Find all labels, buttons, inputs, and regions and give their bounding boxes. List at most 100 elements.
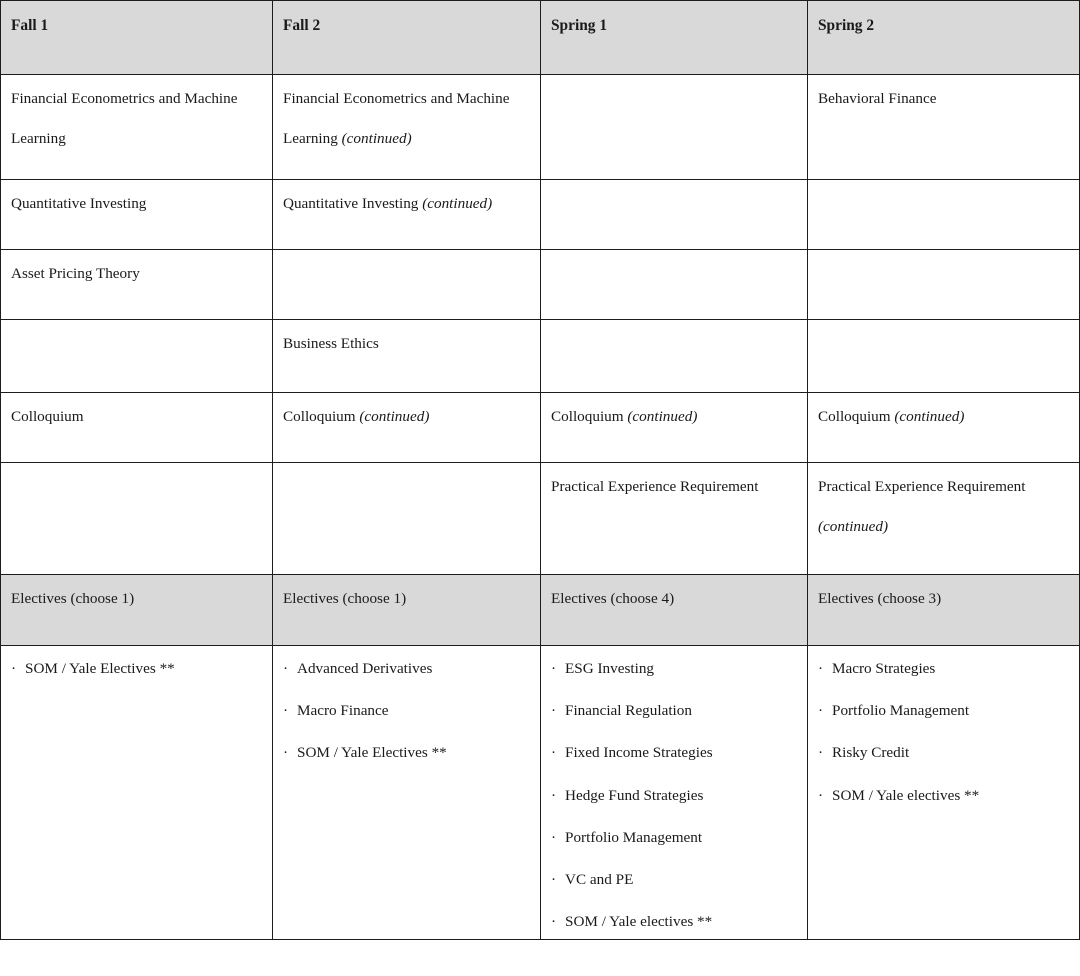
bullet-icon: · xyxy=(551,660,557,677)
empty-cell xyxy=(551,266,797,281)
course-line: Quantitative Investing xyxy=(11,196,262,211)
cell-colloquium-spring-1: Colloquium (continued) xyxy=(540,392,808,463)
table-row: Practical Experience Requirement Practica… xyxy=(0,462,1080,575)
course-line: Behavioral Finance xyxy=(818,91,1069,106)
list-item: · Fixed Income Strategies xyxy=(551,745,797,760)
empty-cell xyxy=(551,91,797,106)
course-name: Asset Pricing Theory xyxy=(11,265,140,282)
continued-note: (continued) xyxy=(818,518,889,536)
bullet-icon: · xyxy=(283,744,289,762)
cell-financial-econometrics-fall-1: Financial Econometrics and Machine Learni… xyxy=(0,74,273,180)
course-line: Quantitative Investing (continued) xyxy=(283,196,530,211)
bullet-icon: · xyxy=(551,828,557,846)
course-line: Asset Pricing Theory xyxy=(11,266,262,281)
elective-list: · Advanced Derivatives · Macro Finance · SOM … xyxy=(283,661,530,761)
table-header: Fall 1 Fall 2 Spring 1 Spring 2 xyxy=(0,0,1080,75)
electives-header-fall-2: Electives (choose 1) xyxy=(272,574,541,646)
course-line: Practical Experience Requirement xyxy=(551,479,797,494)
electives-header-row: Electives (choose 1) Electives (choose 1)… xyxy=(0,574,1080,646)
list-item: · SOM / Yale Electives ** xyxy=(11,661,262,676)
continued-note: (continued) xyxy=(337,130,412,148)
column-header-fall-2: Fall 2 xyxy=(272,0,541,75)
electives-list-fall-1: · SOM / Yale Electives ** xyxy=(0,644,273,941)
course-line: Colloquium (continued) xyxy=(551,409,797,424)
course-name: Business Ethics xyxy=(283,335,379,352)
elective-name: Risky Credit xyxy=(832,744,910,762)
course-line: Colloquium (continued) xyxy=(818,409,1069,424)
column-header-spring-1: Spring 1 xyxy=(540,0,808,75)
elective-name: Hedge Fund Strategies xyxy=(565,786,704,804)
bullet-icon: · xyxy=(551,744,557,762)
cell-asset-pricing-theory-spring-1 xyxy=(540,249,808,320)
list-item: · Financial Regulation xyxy=(551,703,797,718)
elective-list: · ESG Investing · Financial Regulation · Fixe… xyxy=(551,661,797,931)
cell-quantitative-investing-spring-2 xyxy=(807,179,1080,250)
list-item: · Portfolio Management xyxy=(551,830,797,845)
table-row: Financial Econometrics and Machine Learni… xyxy=(0,74,1080,180)
course-name: Colloquium xyxy=(11,408,84,425)
continued-note: (continued) xyxy=(623,408,698,425)
table-row: Asset Pricing Theory xyxy=(0,249,1080,320)
bullet-icon: · xyxy=(551,702,557,720)
list-item: · SOM / Yale Electives ** xyxy=(283,745,530,760)
column-header-fall-1: Fall 1 xyxy=(0,0,273,75)
table-row: Business Ethics xyxy=(0,319,1080,393)
electives-list-spring-2: · Macro Strategies · Portfolio Management · R… xyxy=(807,644,1080,941)
course-line: Financial Econometrics and Machine xyxy=(283,91,530,106)
list-item: · Advanced Derivatives xyxy=(283,661,530,676)
course-name: Quantitative Investing xyxy=(283,195,419,212)
course-name: Financial Econometrics and Machine xyxy=(11,90,238,107)
electives-list-row: · SOM / Yale Electives ** · Advanced Deriva… xyxy=(0,644,1080,941)
cell-quantitative-investing-fall-1: Quantitative Investing xyxy=(0,179,273,250)
course-line: Colloquium xyxy=(11,409,262,424)
header-row: Fall 1 Fall 2 Spring 1 Spring 2 xyxy=(0,0,1080,75)
list-item: · ESG Investing xyxy=(551,661,797,676)
bullet-icon: · xyxy=(551,786,557,804)
elective-list: · Macro Strategies · Portfolio Management · R… xyxy=(818,661,1069,803)
cell-quantitative-investing-fall-2: Quantitative Investing (continued) xyxy=(272,179,541,250)
curriculum-table: Fall 1 Fall 2 Spring 1 Spring 2 Financia… xyxy=(0,0,1080,941)
cell-practical-experience-spring-2: Practical Experience Requirement (continu… xyxy=(807,462,1080,575)
bullet-icon: · xyxy=(818,744,824,762)
list-item: · Risky Credit xyxy=(818,745,1069,760)
course-name: Quantitative Investing xyxy=(11,195,147,212)
course-line: (continued) xyxy=(818,519,1069,534)
course-line: Practical Experience Requirement xyxy=(818,479,1069,494)
list-item: · VC and PE xyxy=(551,872,797,887)
course-name: Practical Experience Requirement xyxy=(818,478,1026,495)
bullet-icon: · xyxy=(551,871,557,889)
elective-name: VC and PE xyxy=(565,871,634,889)
elective-name: Financial Regulation xyxy=(565,702,692,720)
elective-name: SOM / Yale Electives ** xyxy=(25,660,175,677)
course-name: Behavioral Finance xyxy=(818,90,937,107)
elective-name: Macro Strategies xyxy=(832,660,936,677)
course-name: Learning xyxy=(283,130,338,148)
cell-colloquium-fall-2: Colloquium (continued) xyxy=(272,392,541,463)
bullet-icon: · xyxy=(551,913,557,931)
empty-cell xyxy=(283,479,530,494)
continued-note: (continued) xyxy=(418,195,493,212)
empty-cell xyxy=(818,336,1069,351)
table-row: Colloquium Colloquium (continued) Colloqui… xyxy=(0,392,1080,463)
cell-asset-pricing-theory-fall-1: Asset Pricing Theory xyxy=(0,249,273,320)
cell-business-ethics-spring-2 xyxy=(807,319,1080,393)
course-name: Colloquium xyxy=(818,408,891,425)
course-name: Learning xyxy=(11,130,66,148)
cell-financial-econometrics-spring-1 xyxy=(540,74,808,180)
course-name: Colloquium xyxy=(283,408,356,425)
empty-cell xyxy=(11,336,262,351)
continued-note: (continued) xyxy=(890,408,965,425)
electives-list-fall-2: · Advanced Derivatives · Macro Finance · SOM … xyxy=(272,644,541,941)
course-line: Business Ethics xyxy=(283,336,530,351)
empty-cell xyxy=(11,479,262,494)
course-line: Financial Econometrics and Machine xyxy=(11,91,262,106)
continued-note: (continued) xyxy=(355,408,430,425)
cell-practical-experience-fall-2 xyxy=(272,462,541,575)
cell-practical-experience-spring-1: Practical Experience Requirement xyxy=(540,462,808,575)
elective-name: Fixed Income Strategies xyxy=(565,744,713,762)
course-name: Colloquium xyxy=(551,408,624,425)
cell-colloquium-spring-2: Colloquium (continued) xyxy=(807,392,1080,463)
cell-quantitative-investing-spring-1 xyxy=(540,179,808,250)
elective-name: SOM / Yale Electives ** xyxy=(297,744,447,762)
list-item: · SOM / Yale electives ** xyxy=(818,787,1069,803)
